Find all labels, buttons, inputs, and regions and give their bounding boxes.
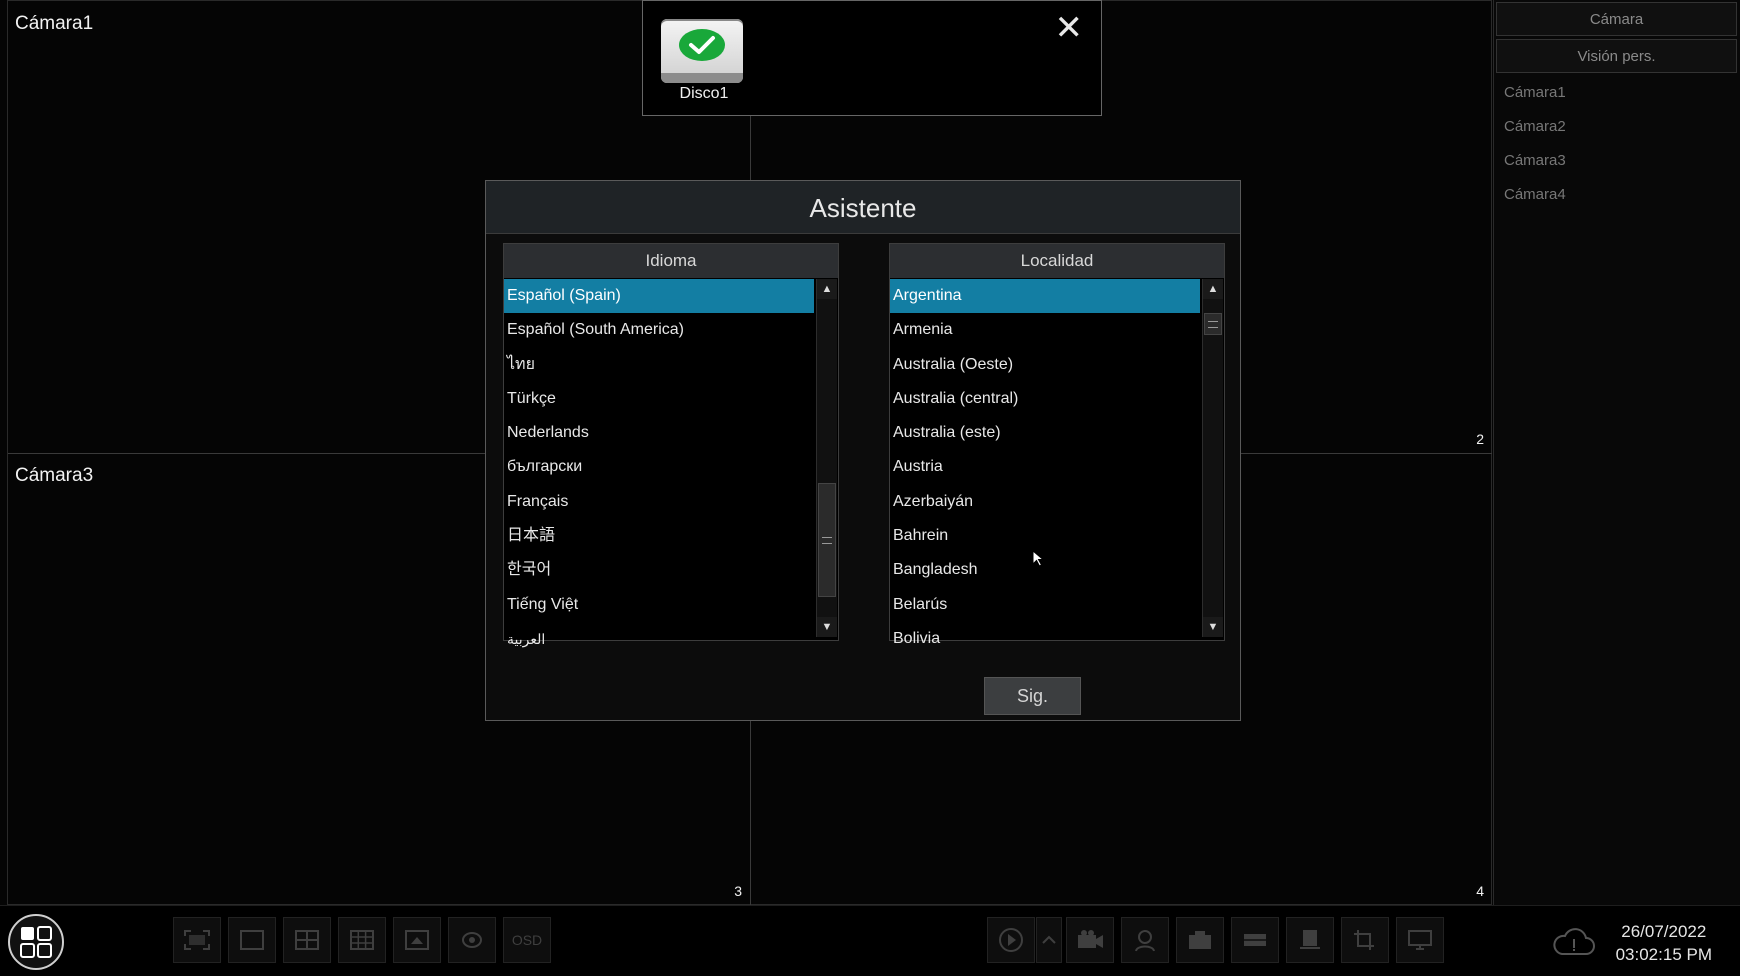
date-text: 26/07/2022 bbox=[1621, 922, 1707, 941]
camera-list-item[interactable]: Cámara3 bbox=[1496, 146, 1737, 180]
layout-1-icon[interactable] bbox=[228, 917, 276, 963]
language-list-panel: Idioma Español (Spain) Español (South Ame… bbox=[503, 243, 839, 647]
language-list-item[interactable]: Español (Spain) bbox=[504, 279, 814, 314]
scroll-down-icon[interactable]: ▼ bbox=[1203, 617, 1223, 637]
disk-status-popup: Disco1 ✕ bbox=[642, 0, 1102, 116]
locale-list-header: Localidad bbox=[890, 244, 1224, 278]
locale-list-item[interactable]: Australia (central) bbox=[890, 382, 1200, 416]
monitor-icon[interactable] bbox=[1396, 917, 1444, 963]
next-button[interactable]: Sig. bbox=[984, 677, 1081, 715]
camera-list: Cámara1 Cámara2 Cámara3 Cámara4 bbox=[1496, 78, 1737, 214]
layout-more-icon[interactable] bbox=[393, 917, 441, 963]
log-icon[interactable] bbox=[1286, 917, 1334, 963]
setup-wizard-dialog: Asistente Idioma Español (Spain) Español … bbox=[485, 180, 1241, 721]
locale-list-item[interactable]: Australia (Oeste) bbox=[890, 348, 1200, 382]
camera-list-item[interactable]: Cámara4 bbox=[1496, 180, 1737, 214]
playback-icon[interactable] bbox=[987, 917, 1035, 963]
scroll-down-icon[interactable]: ▼ bbox=[817, 617, 837, 637]
language-list-item[interactable]: Español (South America) bbox=[504, 313, 814, 347]
language-scrollbar[interactable]: ▲ ▼ bbox=[816, 279, 837, 637]
disk-ok-icon bbox=[661, 19, 743, 83]
fullscreen-icon[interactable] bbox=[173, 917, 221, 963]
locale-list-item[interactable]: Armenia bbox=[890, 313, 1200, 347]
camera-sidebar: Cámara Visión pers. Cámara1 Cámara2 Cáma… bbox=[1493, 0, 1740, 905]
storage-icon[interactable] bbox=[1231, 917, 1279, 963]
check-icon bbox=[679, 29, 725, 61]
layout-9-icon[interactable] bbox=[338, 917, 386, 963]
mouse-cursor-icon bbox=[1032, 550, 1045, 567]
datetime-display: 26/07/2022 03:02:15 PM bbox=[1616, 920, 1712, 966]
wizard-title: Asistente bbox=[809, 193, 917, 223]
language-list-item[interactable]: Français bbox=[504, 485, 814, 519]
locale-list: Argentina Armenia Australia (Oeste) Austral… bbox=[890, 279, 1200, 656]
camera-3-title: Cámara3 bbox=[15, 465, 94, 486]
camera-list-item[interactable]: Cámara1 bbox=[1496, 78, 1737, 112]
record-icon[interactable] bbox=[1066, 917, 1114, 963]
camera-4-number: 4 bbox=[1476, 883, 1484, 899]
scroll-thumb[interactable] bbox=[818, 483, 836, 597]
language-list-item[interactable]: Türkçe bbox=[504, 382, 814, 416]
locale-list-item[interactable]: Australia (este) bbox=[890, 416, 1200, 450]
locale-list-item[interactable]: Belarús bbox=[890, 588, 1200, 622]
locale-list-item[interactable]: Bolivia bbox=[890, 622, 1200, 656]
language-list-item[interactable]: 한국어 bbox=[504, 553, 814, 587]
wizard-header: Asistente bbox=[486, 181, 1240, 234]
crop-icon[interactable] bbox=[1341, 917, 1389, 963]
language-list-item[interactable]: ไทย bbox=[504, 348, 814, 382]
locale-list-item[interactable]: Argentina bbox=[890, 279, 1200, 314]
locale-list-item[interactable]: Azerbaiyán bbox=[890, 485, 1200, 519]
language-list-item[interactable]: 日本語 bbox=[504, 519, 814, 553]
camera-1-title: Cámara1 bbox=[15, 13, 94, 34]
osd-button[interactable]: OSD bbox=[503, 917, 551, 963]
camera-3-number: 3 bbox=[734, 883, 742, 899]
tab-custom-view[interactable]: Visión pers. bbox=[1496, 39, 1737, 73]
cloud-icon[interactable] bbox=[1552, 928, 1596, 958]
tab-camera[interactable]: Cámara bbox=[1496, 2, 1737, 36]
time-text: 03:02:15 PM bbox=[1615, 945, 1712, 964]
scroll-thumb[interactable] bbox=[1204, 313, 1222, 335]
language-list-header: Idioma bbox=[504, 244, 838, 278]
face-search-icon[interactable] bbox=[1121, 917, 1169, 963]
language-list-item[interactable]: العربية bbox=[504, 622, 814, 656]
bottom-toolbar: OSD 26/07/2022 03:02:15 PM bbox=[0, 905, 1740, 976]
language-list-item[interactable]: Nederlands bbox=[504, 416, 814, 450]
scroll-up-icon[interactable]: ▲ bbox=[1203, 279, 1223, 299]
language-list: Español (Spain) Español (South America) ไท… bbox=[504, 279, 814, 656]
locale-list-item[interactable]: Bahrein bbox=[890, 519, 1200, 553]
layout-4-icon[interactable] bbox=[283, 917, 331, 963]
disk-label: Disco1 bbox=[679, 85, 729, 102]
locale-scrollbar[interactable]: ▲ ▼ bbox=[1202, 279, 1223, 637]
locale-list-item[interactable]: Austria bbox=[890, 450, 1200, 484]
language-list-item[interactable]: Tiếng Việt bbox=[504, 588, 814, 622]
snapshot-icon[interactable] bbox=[1176, 917, 1224, 963]
chevron-up-icon[interactable] bbox=[1036, 917, 1062, 963]
camera-2-number: 2 bbox=[1476, 431, 1484, 447]
locale-list-panel: Localidad Argentina Armenia Australia (Oes… bbox=[889, 243, 1225, 647]
camera-list-item[interactable]: Cámara2 bbox=[1496, 112, 1737, 146]
sequence-view-icon[interactable] bbox=[448, 917, 496, 963]
language-list-item[interactable]: български bbox=[504, 450, 814, 484]
start-menu-icon[interactable] bbox=[8, 914, 64, 970]
scroll-up-icon[interactable]: ▲ bbox=[817, 279, 837, 299]
close-icon[interactable]: ✕ bbox=[1055, 9, 1084, 47]
